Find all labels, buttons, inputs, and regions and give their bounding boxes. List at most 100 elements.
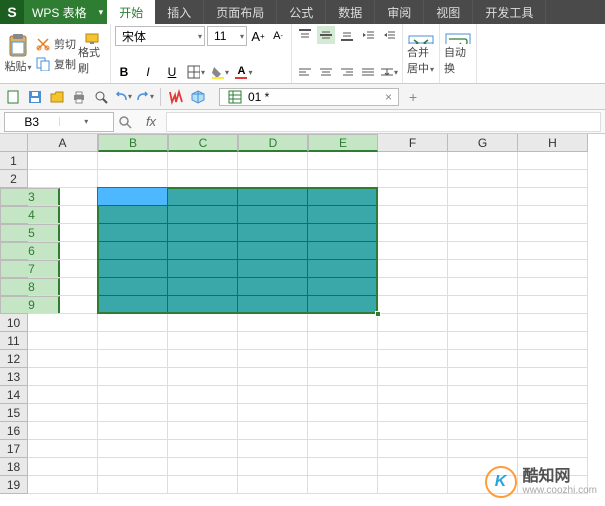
row-header[interactable]: 19: [0, 476, 28, 494]
fill-color-button[interactable]: [211, 63, 229, 81]
cell[interactable]: [308, 260, 378, 278]
format-painter-button[interactable]: 格式刷: [78, 32, 106, 76]
cell[interactable]: [168, 188, 238, 206]
cell[interactable]: [168, 152, 238, 170]
cell[interactable]: [28, 152, 98, 170]
column-header[interactable]: B: [98, 134, 168, 152]
cell[interactable]: [98, 188, 168, 206]
cell[interactable]: [98, 152, 168, 170]
row-header[interactable]: 11: [0, 332, 28, 350]
cell[interactable]: [238, 260, 308, 278]
cell[interactable]: [98, 332, 168, 350]
tab-3[interactable]: 公式: [277, 0, 326, 24]
close-icon[interactable]: ×: [385, 90, 392, 104]
cell[interactable]: [28, 206, 98, 224]
cell[interactable]: [28, 188, 98, 206]
bold-button[interactable]: B: [115, 63, 133, 81]
cell[interactable]: [238, 440, 308, 458]
cell[interactable]: [448, 260, 518, 278]
justify-icon[interactable]: [359, 63, 377, 81]
cell[interactable]: [308, 224, 378, 242]
tab-6[interactable]: 视图: [424, 0, 473, 24]
name-box[interactable]: B3 ▾: [4, 112, 114, 132]
tab-1[interactable]: 插入: [155, 0, 204, 24]
cell[interactable]: [28, 296, 98, 314]
column-header[interactable]: H: [518, 134, 588, 152]
cell[interactable]: [378, 458, 448, 476]
cell[interactable]: [448, 188, 518, 206]
cell[interactable]: [378, 152, 448, 170]
cell[interactable]: [28, 422, 98, 440]
cube-icon[interactable]: [189, 88, 207, 106]
align-left-icon[interactable]: [296, 63, 314, 81]
cell[interactable]: [28, 476, 98, 494]
row-header[interactable]: 17: [0, 440, 28, 458]
row-header[interactable]: 2: [0, 170, 28, 188]
cell[interactable]: [308, 296, 378, 314]
cell[interactable]: [448, 422, 518, 440]
cell[interactable]: [98, 422, 168, 440]
chevron-down-icon[interactable]: ▾: [59, 117, 114, 126]
cell[interactable]: [378, 476, 448, 494]
cell[interactable]: [238, 422, 308, 440]
cell[interactable]: [378, 206, 448, 224]
save-icon[interactable]: [26, 88, 44, 106]
cut-button[interactable]: 剪切: [34, 35, 76, 53]
cell[interactable]: [238, 332, 308, 350]
cell[interactable]: [28, 386, 98, 404]
cell[interactable]: [378, 350, 448, 368]
cell[interactable]: [448, 170, 518, 188]
cell[interactable]: [518, 260, 588, 278]
cell[interactable]: [238, 296, 308, 314]
row-header[interactable]: 14: [0, 386, 28, 404]
increase-indent-icon[interactable]: [380, 26, 398, 44]
border-button[interactable]: [187, 63, 205, 81]
print-icon[interactable]: [70, 88, 88, 106]
cell[interactable]: [518, 278, 588, 296]
decrease-indent-icon[interactable]: [359, 26, 377, 44]
cell[interactable]: [28, 458, 98, 476]
tab-2[interactable]: 页面布局: [204, 0, 277, 24]
cell[interactable]: [448, 296, 518, 314]
cell[interactable]: [378, 404, 448, 422]
cell[interactable]: [518, 314, 588, 332]
cell[interactable]: [98, 440, 168, 458]
cell[interactable]: [378, 170, 448, 188]
increase-font-icon[interactable]: A+: [249, 27, 267, 45]
cell[interactable]: [308, 278, 378, 296]
cell[interactable]: [518, 440, 588, 458]
cell[interactable]: [448, 404, 518, 422]
cell[interactable]: [168, 224, 238, 242]
cell[interactable]: [518, 170, 588, 188]
row-header[interactable]: 15: [0, 404, 28, 422]
cell[interactable]: [238, 476, 308, 494]
cell[interactable]: [448, 386, 518, 404]
cell[interactable]: [28, 404, 98, 422]
cell[interactable]: [168, 242, 238, 260]
cell[interactable]: [308, 422, 378, 440]
cell[interactable]: [378, 332, 448, 350]
column-header[interactable]: G: [448, 134, 518, 152]
cell[interactable]: [238, 188, 308, 206]
cell[interactable]: [448, 224, 518, 242]
copy-button[interactable]: 复制: [34, 55, 76, 73]
cell[interactable]: [378, 296, 448, 314]
cell[interactable]: [518, 224, 588, 242]
fill-handle[interactable]: [375, 311, 381, 317]
align-bottom-icon[interactable]: [338, 26, 356, 44]
select-all-corner[interactable]: [0, 134, 28, 152]
cell[interactable]: [378, 440, 448, 458]
cell[interactable]: [238, 368, 308, 386]
cell[interactable]: [308, 440, 378, 458]
cell[interactable]: [238, 152, 308, 170]
cell[interactable]: [168, 296, 238, 314]
cell[interactable]: [518, 404, 588, 422]
cell[interactable]: [168, 404, 238, 422]
open-icon[interactable]: [48, 88, 66, 106]
cell[interactable]: [98, 386, 168, 404]
wps-logo-icon[interactable]: [167, 88, 185, 106]
align-top-icon[interactable]: [296, 26, 314, 44]
cell[interactable]: [238, 314, 308, 332]
cell[interactable]: [168, 476, 238, 494]
cell[interactable]: [308, 404, 378, 422]
